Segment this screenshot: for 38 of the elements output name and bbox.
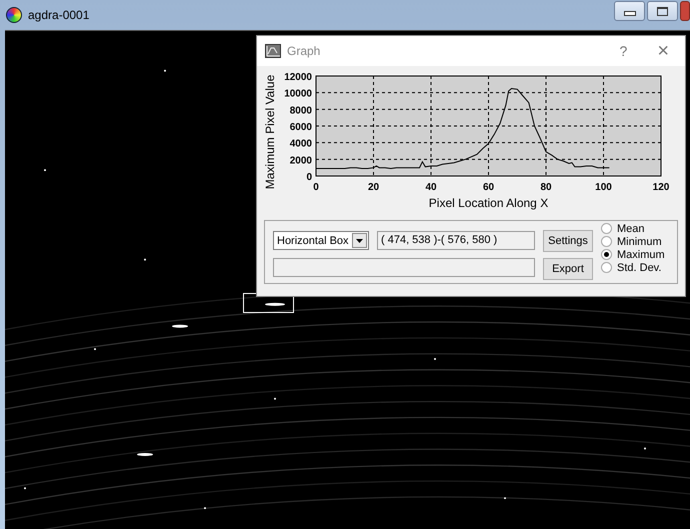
radio-label[interactable]: Mean — [617, 222, 645, 234]
x-tick-label: 40 — [425, 182, 437, 193]
y-tick-label: 4000 — [290, 138, 312, 150]
radio-button[interactable] — [601, 262, 612, 273]
dialog-title: Graph — [287, 44, 320, 58]
x-tick-label: 0 — [313, 182, 319, 193]
close-button[interactable]: × — [649, 40, 677, 62]
dialog-button[interactable]: Export — [543, 258, 593, 280]
x-axis-label: Pixel Location Along X — [428, 196, 548, 210]
caret-icon — [356, 238, 363, 242]
window-title: agdra-0001 — [28, 8, 90, 22]
radio-label[interactable]: Maximum — [617, 248, 665, 260]
graph-icon — [265, 44, 281, 58]
radio-button[interactable] — [601, 236, 612, 247]
close-button[interactable] — [680, 1, 690, 21]
help-button[interactable]: ? — [612, 43, 636, 59]
y-tick-label: 12000 — [284, 72, 312, 83]
app-icon — [6, 7, 22, 23]
y-tick-label: 6000 — [290, 122, 312, 133]
y-tick-label: 0 — [306, 172, 312, 183]
x-tick-label: 120 — [652, 182, 670, 193]
coordinates-field: ( 474, 538 )-( 576, 580 ) — [377, 231, 535, 250]
y-tick-label: 10000 — [284, 88, 312, 100]
x-tick-label: 60 — [482, 182, 494, 193]
y-axis-label: Maximum Pixel Value — [263, 74, 277, 190]
region-dropdown[interactable]: Horizontal Box — [273, 231, 369, 250]
dialog-button[interactable]: Settings — [543, 230, 593, 252]
x-tick-label: 100 — [595, 182, 612, 193]
radio-label[interactable]: Std. Dev. — [617, 262, 662, 274]
maximize-button[interactable] — [647, 1, 678, 21]
y-tick-label: 2000 — [290, 155, 312, 166]
radio-label[interactable]: Minimum — [617, 236, 662, 248]
y-tick-label: 8000 — [290, 105, 312, 116]
x-tick-label: 20 — [368, 182, 380, 193]
minimize-button[interactable] — [614, 1, 645, 21]
x-tick-label: 80 — [540, 182, 552, 193]
radio-button[interactable] — [601, 249, 612, 260]
radio-button[interactable] — [601, 223, 612, 234]
